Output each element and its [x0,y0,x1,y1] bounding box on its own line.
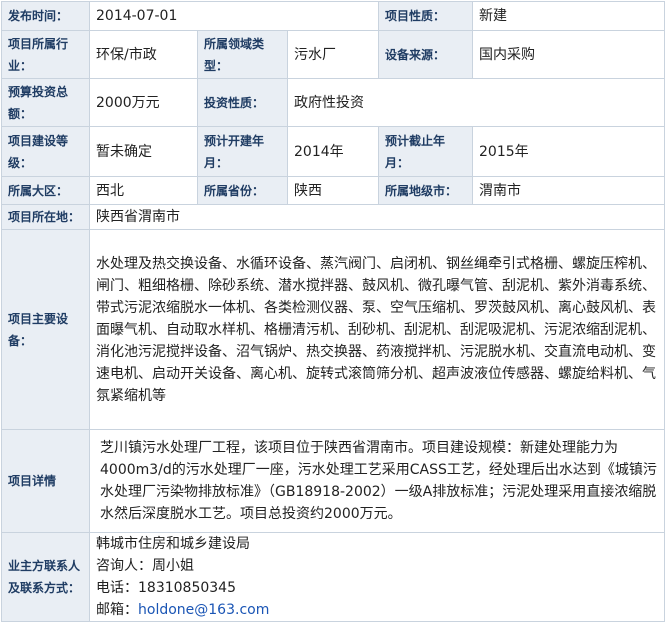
investment-nature-value: 政府性投资 [286,78,665,127]
row-owner: 业主方联系人及联系方式： 韩城市住房和城乡建设局 咨询人：周小姐 电话：1831… [1,532,665,622]
industry-label: 项目所属行业： [1,30,90,79]
project-nature-value: 新建 [472,1,665,31]
row-publish-date: 发布时间： 2014-07-01 项目性质： 新建 [1,1,665,31]
investment-nature-label: 投资性质： [197,78,288,127]
row-budget: 预算投资总额： 2000万元 投资性质： 政府性投资 [1,78,665,127]
publish-date-value: 2014-07-01 [88,1,380,31]
city-label: 所属地级市： [378,176,474,205]
owner-email-line: 邮箱：holdone@163.com [96,599,658,621]
row-location: 项目所在地： 陕西省渭南市 [1,204,665,230]
end-year-label: 预计截止年月： [378,126,474,177]
row-construction: 项目建设等级： 暂未确定 预计开建年月： 2014年 预计截止年月： 2015年 [1,126,665,177]
row-industry: 项目所属行业： 环保/市政 所属领域类型： 污水厂 设备来源： 国内采购 [1,30,665,79]
start-year-label: 预计开建年月： [197,126,288,177]
owner-contact: 韩城市住房和城乡建设局 咨询人：周小姐 电话：18310850345 邮箱：ho… [88,532,665,622]
province-value: 陕西 [286,176,380,205]
location-label: 项目所在地： [1,204,90,230]
owner-label: 业主方联系人及联系方式： [1,532,90,622]
equipment-source-value: 国内采购 [472,30,665,79]
region-value: 西北 [89,176,198,205]
industry-value: 环保/市政 [89,30,198,79]
row-details: 项目详情 芝川镇污水处理厂工程，该项目位于陕西省渭南市。项目建设规模：新建处理能… [1,429,665,533]
city-value: 渭南市 [472,176,665,205]
construction-level-value: 暂未确定 [89,126,198,177]
project-info-table: 发布时间： 2014-07-01 项目性质： 新建 项目所属行业： 环保/市政 … [1,1,665,622]
end-year-value: 2015年 [472,126,665,177]
publish-date-label: 发布时间： [1,1,90,31]
details-label: 项目详情 [1,429,90,533]
row-region: 所属大区： 西北 所属省份： 陕西 所属地级市： 渭南市 [1,176,665,205]
owner-phone: 电话：18310850345 [96,580,236,596]
row-main-equipment: 项目主要设备： 水处理及热交换设备、水循环设备、蒸汽阀门、启闭机、钢丝绳牵引式格… [1,229,665,430]
owner-email-link[interactable]: holdone@163.com [138,602,269,618]
details-value: 芝川镇污水处理厂工程，该项目位于陕西省渭南市。项目建设规模：新建处理能力为400… [88,429,665,533]
location-value: 陕西省渭南市 [88,204,665,230]
owner-consultant: 咨询人：周小姐 [96,558,194,574]
owner-email-label: 邮箱： [96,602,138,618]
region-label: 所属大区： [1,176,90,205]
main-equipment-label: 项目主要设备： [1,229,90,430]
construction-level-label: 项目建设等级： [1,126,90,177]
budget-value: 2000万元 [89,78,198,127]
field-type-value: 污水厂 [286,30,380,79]
province-label: 所属省份： [197,176,288,205]
equipment-source-label: 设备来源： [378,30,474,79]
project-nature-label: 项目性质： [378,1,474,31]
field-type-label: 所属领域类型： [197,30,288,79]
budget-label: 预算投资总额： [1,78,90,127]
start-year-value: 2014年 [286,126,380,177]
main-equipment-value: 水处理及热交换设备、水循环设备、蒸汽阀门、启闭机、钢丝绳牵引式格栅、螺旋压榨机、… [88,229,665,430]
owner-org: 韩城市住房和城乡建设局 [96,536,250,552]
